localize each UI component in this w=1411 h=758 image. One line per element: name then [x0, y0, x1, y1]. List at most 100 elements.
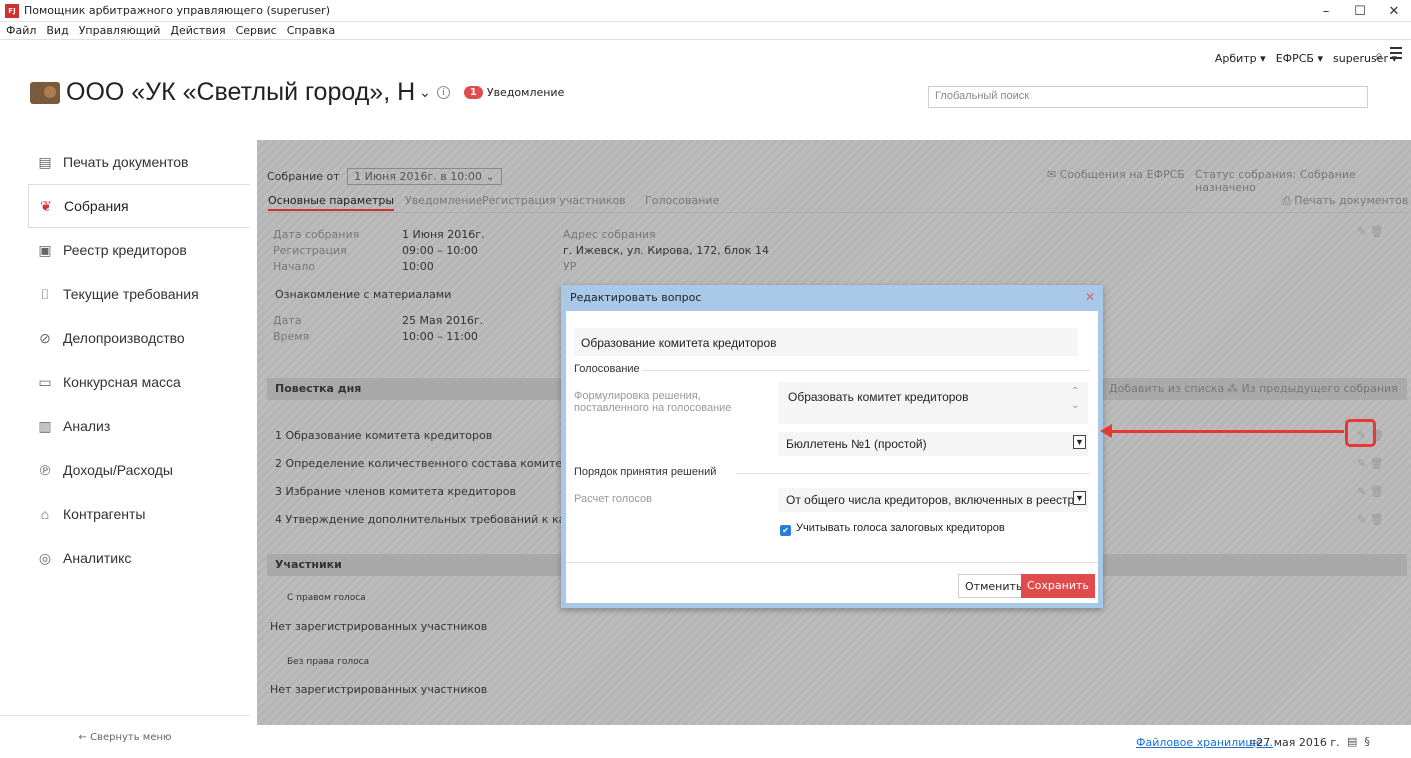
efrsb-menu[interactable]: ЕФРСБ ▾ — [1276, 52, 1323, 65]
arbiter-menu[interactable]: Арбитр ▾ — [1215, 52, 1266, 65]
menu-view[interactable]: Вид — [46, 24, 68, 37]
chevron-down-icon[interactable]: ⌄ — [419, 85, 431, 101]
agenda-item[interactable]: 3 Избрание членов комитета кредиторов — [275, 485, 516, 498]
add-from-list-button[interactable]: Добавить из списка — [1109, 382, 1224, 395]
edit-icon[interactable]: ✎ 🗑 — [1357, 485, 1384, 498]
materials-time-value: 10:00 – 11:00 — [402, 330, 478, 343]
menu-help[interactable]: Справка — [287, 24, 335, 37]
sidebar-item-requirements[interactable]: ⌷ Текущие требования — [0, 272, 250, 316]
tab-voting[interactable]: Голосование — [645, 194, 719, 207]
status-date: ⌗27 мая 2016 г. — [1250, 736, 1340, 749]
date-value: 1 Июня 2016г. — [402, 228, 485, 241]
meeting-selector: Собрание от 1 Июня 2016г. в 10:00 ⌄ — [267, 168, 502, 185]
sidebar-item-label: Печать документов — [63, 154, 189, 170]
hamburger-menu-icon[interactable] — [1390, 47, 1402, 62]
print-documents-link[interactable]: ⎙ Печать документов — [1282, 194, 1408, 208]
save-button[interactable]: Сохранить — [1021, 574, 1095, 598]
with-vote-label: С правом голоса — [287, 593, 366, 603]
page-header: Арбитр ▾ ЕФРСБ ▾ superuser ▾ ООО «УК «Св… — [0, 40, 1411, 140]
edit-icon[interactable]: ✎ 🗑 — [1357, 513, 1384, 526]
annotation-highlight-box — [1345, 419, 1376, 447]
meeting-label: Собрание от — [267, 170, 340, 183]
tab-main-params[interactable]: Основные параметры — [268, 194, 395, 211]
without-vote-label: Без права голоса — [287, 657, 370, 667]
scroll-up-icon[interactable]: ⌃ — [1071, 386, 1079, 397]
window-controls: – ☐ ✕ — [1309, 0, 1411, 22]
participants-title: Участники — [275, 558, 342, 571]
sidebar-item-income[interactable]: ℗ Доходы/Расходы — [0, 448, 250, 492]
menu-actions[interactable]: Действия — [170, 24, 225, 37]
company-name[interactable]: ООО «УК «Светлый город», Н — [66, 78, 415, 107]
sidebar-item-creditors[interactable]: ▣ Реестр кредиторов — [0, 228, 250, 272]
tab-notification[interactable]: Уведомление — [405, 194, 483, 207]
agenda-item[interactable]: 2 Определение количественного состава ко… — [275, 457, 575, 470]
maximize-button[interactable]: ☐ — [1343, 0, 1377, 22]
handshake-icon: ❦ — [40, 197, 52, 214]
sidebar-item-label: Текущие требования — [63, 286, 199, 302]
registration-label: Регистрация — [273, 244, 347, 257]
status-bar: Файловое хранилище... ⌗27 мая 2016 г. ▤ … — [257, 733, 1411, 753]
no-participants-text: Нет зарегистрированных участников — [270, 620, 488, 633]
menu-manager[interactable]: Управляющий — [79, 24, 161, 37]
cancel-button[interactable]: Отменить — [958, 574, 1030, 598]
paperclip-icon: ⊘ — [39, 329, 51, 346]
details-edit-icons[interactable]: ✎ 🗑 — [1357, 225, 1384, 238]
sidebar-divider — [0, 715, 250, 716]
sidebar-item-meetings[interactable]: ❦ Собрания — [28, 184, 250, 228]
ballot-select[interactable]: Бюллетень №1 (простой) ▼ — [778, 432, 1088, 456]
calc-label: Расчет голосов — [574, 493, 652, 505]
pledge-creditors-checkbox[interactable]: ✔ — [780, 525, 791, 536]
notification-label[interactable]: Уведомление — [487, 86, 565, 99]
meeting-status: Статус собрания: Собрание назначено — [1195, 168, 1356, 194]
menu-service[interactable]: Сервис — [236, 24, 277, 37]
sidebar-item-analytics[interactable]: ◎ Аналитикс — [0, 536, 250, 580]
calc-value: От общего числа кредиторов, включенных в… — [786, 493, 1075, 507]
meeting-date-value: 1 Июня 2016г. в 10:00 — [354, 170, 482, 183]
chevron-down-icon[interactable]: ▼ — [1073, 435, 1086, 449]
notification-badge[interactable]: 1 — [463, 86, 483, 99]
address-value: г. Ижевск, ул. Кирова, 172, блок 14 — [563, 244, 769, 257]
decision-section-title: Порядок принятия решений — [574, 466, 717, 478]
search-icon[interactable]: ⌕ — [1375, 48, 1383, 64]
agenda-item[interactable]: 1 Образование комитета кредиторов — [275, 429, 492, 442]
sidebar: ▤ Печать документов ❦ Собрания ▣ Реестр кре… — [0, 140, 250, 725]
section-divider — [736, 473, 1090, 474]
document-icon: ▤ — [38, 153, 52, 170]
sidebar-item-print[interactable]: ▤ Печать документов — [0, 140, 250, 184]
sidebar-item-analysis[interactable]: ▥ Анализ — [0, 404, 250, 448]
edit-question-dialog: Редактировать вопрос ✕ Образование комит… — [561, 285, 1103, 608]
chevron-down-icon[interactable]: ▼ — [1073, 491, 1086, 505]
collapse-menu-button[interactable]: ← Свернуть меню — [0, 732, 250, 743]
close-button[interactable]: ✕ — [1377, 0, 1411, 22]
minimize-button[interactable]: – — [1309, 0, 1343, 22]
agenda-item[interactable]: 4 Утверждение дополнительных требований … — [275, 513, 580, 526]
section-icon[interactable]: § — [1364, 735, 1370, 748]
sidebar-item-label: Делопроизводство — [63, 330, 185, 346]
no-participants-text: Нет зарегистрированных участников — [270, 683, 488, 696]
global-search-input[interactable]: Глобальный поиск — [928, 86, 1368, 108]
menu-file[interactable]: Файл — [6, 24, 36, 37]
status-date-value: 27 мая 2016 г. — [1256, 736, 1340, 749]
ballot-value: Бюллетень №1 (простой) — [786, 437, 927, 451]
meeting-date-select[interactable]: 1 Июня 2016г. в 10:00 ⌄ — [347, 168, 502, 185]
sidebar-item-paperwork[interactable]: ⊘ Делопроизводство — [0, 316, 250, 360]
calc-select[interactable]: От общего числа кредиторов, включенных в… — [778, 488, 1088, 512]
sidebar-item-counterparties[interactable]: ⌂ Контрагенты — [0, 492, 250, 536]
tab-registration[interactable]: Регистрация участников — [482, 194, 626, 207]
sidebar-item-label: Аналитикс — [63, 550, 132, 566]
voting-section-title: Голосование — [574, 363, 640, 375]
start-label: Начало — [273, 260, 316, 273]
close-icon[interactable]: ✕ — [1085, 290, 1095, 304]
window-title: Помощник арбитражного управляющего (supe… — [24, 4, 330, 17]
sidebar-item-estate[interactable]: ▭ Конкурсная масса — [0, 360, 250, 404]
info-icon[interactable]: i — [436, 86, 450, 99]
user-menu[interactable]: superuser ▾ — [1333, 52, 1397, 65]
calendar-icon[interactable]: ▤ — [1347, 735, 1357, 748]
from-previous-label: Из предыдущего собрания — [1241, 382, 1398, 395]
edit-icon[interactable]: ✎ 🗑 — [1357, 457, 1384, 470]
address-extra: УР — [563, 260, 577, 273]
efrsb-messages-link[interactable]: ✉ Сообщения на ЕФРСБ — [1047, 168, 1185, 181]
materials-date-value: 25 Мая 2016г. — [402, 314, 484, 327]
from-previous-meeting-button[interactable]: ⁂ Из предыдущего собрания — [1227, 382, 1398, 395]
scroll-down-icon[interactable]: ⌄ — [1071, 400, 1079, 411]
